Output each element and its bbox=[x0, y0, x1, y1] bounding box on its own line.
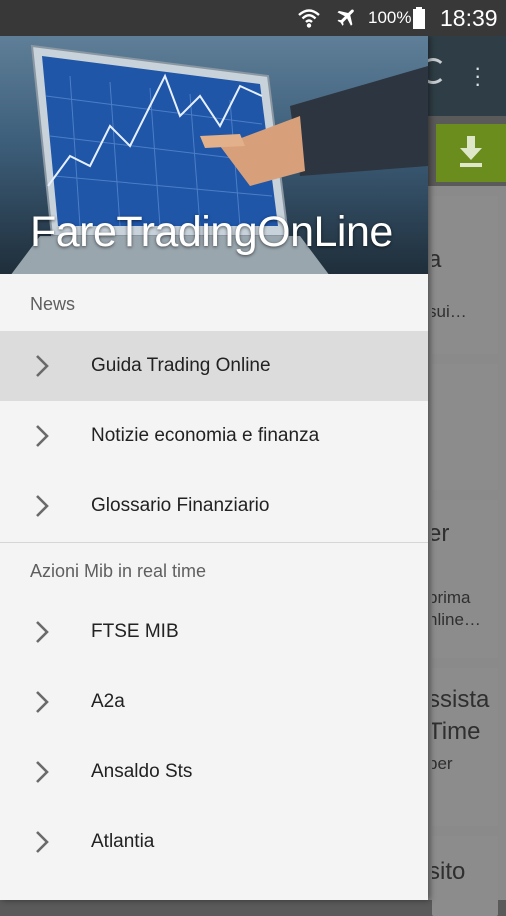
nav-item-notizie-economia-e-finanza[interactable]: Notizie economia e finanza bbox=[0, 401, 428, 471]
chevron-right-icon bbox=[36, 495, 49, 517]
navigation-drawer: FareTradingOnLine News Guida Trading Onl… bbox=[0, 36, 428, 900]
chevron-right-icon bbox=[36, 691, 49, 713]
section-header-news: News bbox=[30, 294, 76, 314]
nav-item-label: A2a bbox=[91, 691, 125, 712]
drawer-title: FareTradingOnLine bbox=[30, 208, 393, 256]
nav-item-label: Ansaldo Sts bbox=[91, 761, 193, 782]
nav-item-atlantia[interactable]: Atlantia bbox=[0, 807, 428, 877]
nav-item-glossario-finanziario[interactable]: Glossario Finanziario bbox=[0, 471, 428, 541]
nav-item-label: FTSE MIB bbox=[91, 621, 179, 642]
clock: 18:39 bbox=[440, 4, 498, 31]
section-header-azioni-mib: Azioni Mib in real time bbox=[30, 561, 207, 581]
battery-percent: 100% bbox=[368, 8, 412, 27]
nav-item-label: Atlantia bbox=[91, 831, 155, 852]
battery-icon bbox=[412, 0, 426, 36]
airplane-icon bbox=[334, 0, 358, 36]
nav-item-partial[interactable] bbox=[0, 877, 428, 900]
nav-item-label: Guida Trading Online bbox=[91, 355, 271, 376]
nav-item-guida-trading-online[interactable]: Guida Trading Online bbox=[0, 331, 428, 401]
chevron-right-icon bbox=[36, 355, 49, 377]
nav-item-a2a[interactable]: A2a bbox=[0, 667, 428, 737]
drawer-header: FareTradingOnLine bbox=[0, 36, 428, 274]
chevron-right-icon bbox=[36, 621, 49, 643]
wifi-icon bbox=[296, 0, 322, 36]
section-divider bbox=[0, 542, 428, 543]
nav-item-label: Notizie economia e finanza bbox=[91, 425, 320, 446]
chevron-right-icon bbox=[36, 425, 49, 447]
chevron-right-icon bbox=[36, 831, 49, 853]
nav-item-ansaldo-sts[interactable]: Ansaldo Sts bbox=[0, 737, 428, 807]
nav-item-ftse-mib[interactable]: FTSE MIB bbox=[0, 597, 428, 667]
chevron-right-icon bbox=[36, 761, 49, 783]
nav-item-label: Glossario Finanziario bbox=[91, 495, 270, 516]
status-bar: 100% 18:39 bbox=[0, 0, 506, 36]
